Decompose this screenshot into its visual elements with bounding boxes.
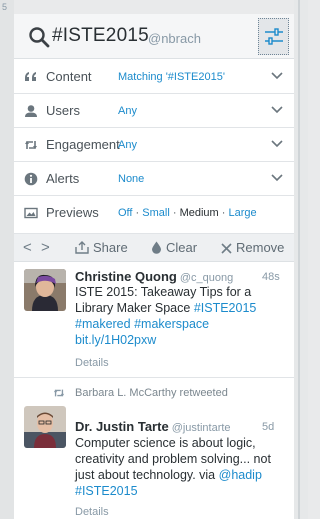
column-settings-button[interactable] [258, 18, 289, 55]
tweet-author[interactable]: Christine Quong @c_quong [75, 269, 233, 284]
tweet-author[interactable]: Dr. Justin Tarte @justintarte [75, 419, 231, 434]
preview-large-option[interactable]: Large [229, 207, 257, 219]
separator: · [135, 207, 140, 219]
retweeted-by[interactable]: Barbara L. McCarthy retweeted [75, 387, 228, 399]
info-icon [24, 172, 38, 186]
alerts-filter-row[interactable]: Alerts None [14, 162, 294, 196]
avatar[interactable] [24, 269, 66, 311]
preview-off-option[interactable]: Off [118, 207, 132, 219]
tweet-timestamp[interactable]: 48s [262, 271, 280, 283]
tweet-timestamp[interactable]: 5d [262, 421, 274, 433]
content-filter-row[interactable]: Content Matching '#ISTE2015' [14, 60, 294, 94]
chevron-down-icon[interactable] [271, 174, 283, 182]
content-value[interactable]: Matching '#ISTE2015' [118, 71, 225, 83]
users-label: Users [46, 103, 80, 118]
retweet-icon [53, 389, 65, 397]
remove-button[interactable]: Remove [221, 240, 284, 255]
preview-medium-option[interactable]: Medium [180, 207, 219, 219]
author-name: Dr. Justin Tarte [75, 419, 169, 434]
previews-label: Previews [46, 205, 99, 220]
clear-label: Clear [166, 240, 198, 255]
author-name: Christine Quong [75, 269, 177, 284]
avatar[interactable] [24, 406, 66, 448]
author-handle: @justintarte [171, 422, 231, 434]
share-button[interactable]: Share [75, 240, 128, 255]
hashtag-link[interactable]: #makerspace [134, 317, 209, 331]
share-label: Share [93, 240, 128, 255]
tweet-item[interactable]: Barbara L. McCarthy retweeted Dr. Justin… [14, 379, 294, 519]
drop-icon [152, 241, 161, 254]
users-value[interactable]: Any [118, 105, 137, 117]
chevron-down-icon[interactable] [271, 72, 283, 80]
column-action-bar: < > Share Clear Remove [14, 234, 294, 262]
column-title: #ISTE2015 [52, 25, 149, 46]
chevron-down-icon[interactable] [271, 106, 283, 114]
hashtag-link[interactable]: #makered [75, 317, 131, 331]
column-index: 5 [2, 2, 8, 12]
column-header: #ISTE2015 @nbrach [14, 14, 294, 59]
hashtag-link[interactable]: #ISTE2015 [75, 484, 138, 498]
move-left-button[interactable]: < [23, 239, 32, 256]
search-icon [29, 27, 50, 48]
remove-label: Remove [236, 240, 285, 255]
sliders-icon [265, 28, 283, 45]
user-icon [25, 105, 37, 117]
clear-button[interactable]: Clear [151, 240, 197, 255]
alerts-value[interactable]: None [118, 173, 144, 185]
tweet-details-link[interactable]: Details [75, 506, 109, 518]
separator: · [221, 207, 226, 219]
quote-icon [25, 72, 36, 81]
tweet-text: Computer science is about logic, creativ… [75, 435, 287, 499]
right-column-edge [294, 0, 308, 519]
separator: · [172, 207, 177, 219]
left-column-edge: 5 [0, 0, 14, 519]
url-link[interactable]: bit.ly/1H02pxw [75, 333, 156, 347]
users-filter-row[interactable]: Users Any [14, 94, 294, 128]
tweet-details-link[interactable]: Details [75, 357, 109, 369]
hashtag-link[interactable]: #ISTE2015 [194, 301, 257, 315]
retweet-icon [25, 141, 37, 149]
close-icon [221, 243, 232, 254]
move-right-button[interactable]: > [41, 239, 50, 256]
content-label: Content [46, 69, 92, 84]
engagement-value[interactable]: Any [118, 139, 137, 151]
preview-small-option[interactable]: Small [142, 207, 170, 219]
chevron-down-icon[interactable] [271, 140, 283, 148]
tweet-text: ISTE 2015: Takeaway Tips for a Library M… [75, 284, 287, 348]
scrollbar-track[interactable] [298, 0, 300, 519]
author-handle: @c_quong [179, 272, 234, 284]
previews-row: Previews Off · Small · Medium · Large [14, 196, 294, 234]
image-icon [24, 207, 38, 219]
column-account: @nbrach [148, 31, 201, 46]
alerts-label: Alerts [46, 171, 80, 186]
mention-link[interactable]: @hadip [219, 468, 262, 482]
engagement-label: Engagement [46, 137, 120, 152]
search-column: #ISTE2015 @nbrach Content Matching '#IST… [14, 14, 294, 519]
share-icon [75, 241, 89, 254]
previews-size-options: Off · Small · Medium · Large [118, 207, 257, 219]
tweet-item[interactable]: Christine Quong @c_quong 48s ISTE 2015: T… [14, 263, 294, 378]
engagement-filter-row[interactable]: Engagement Any [14, 128, 294, 162]
